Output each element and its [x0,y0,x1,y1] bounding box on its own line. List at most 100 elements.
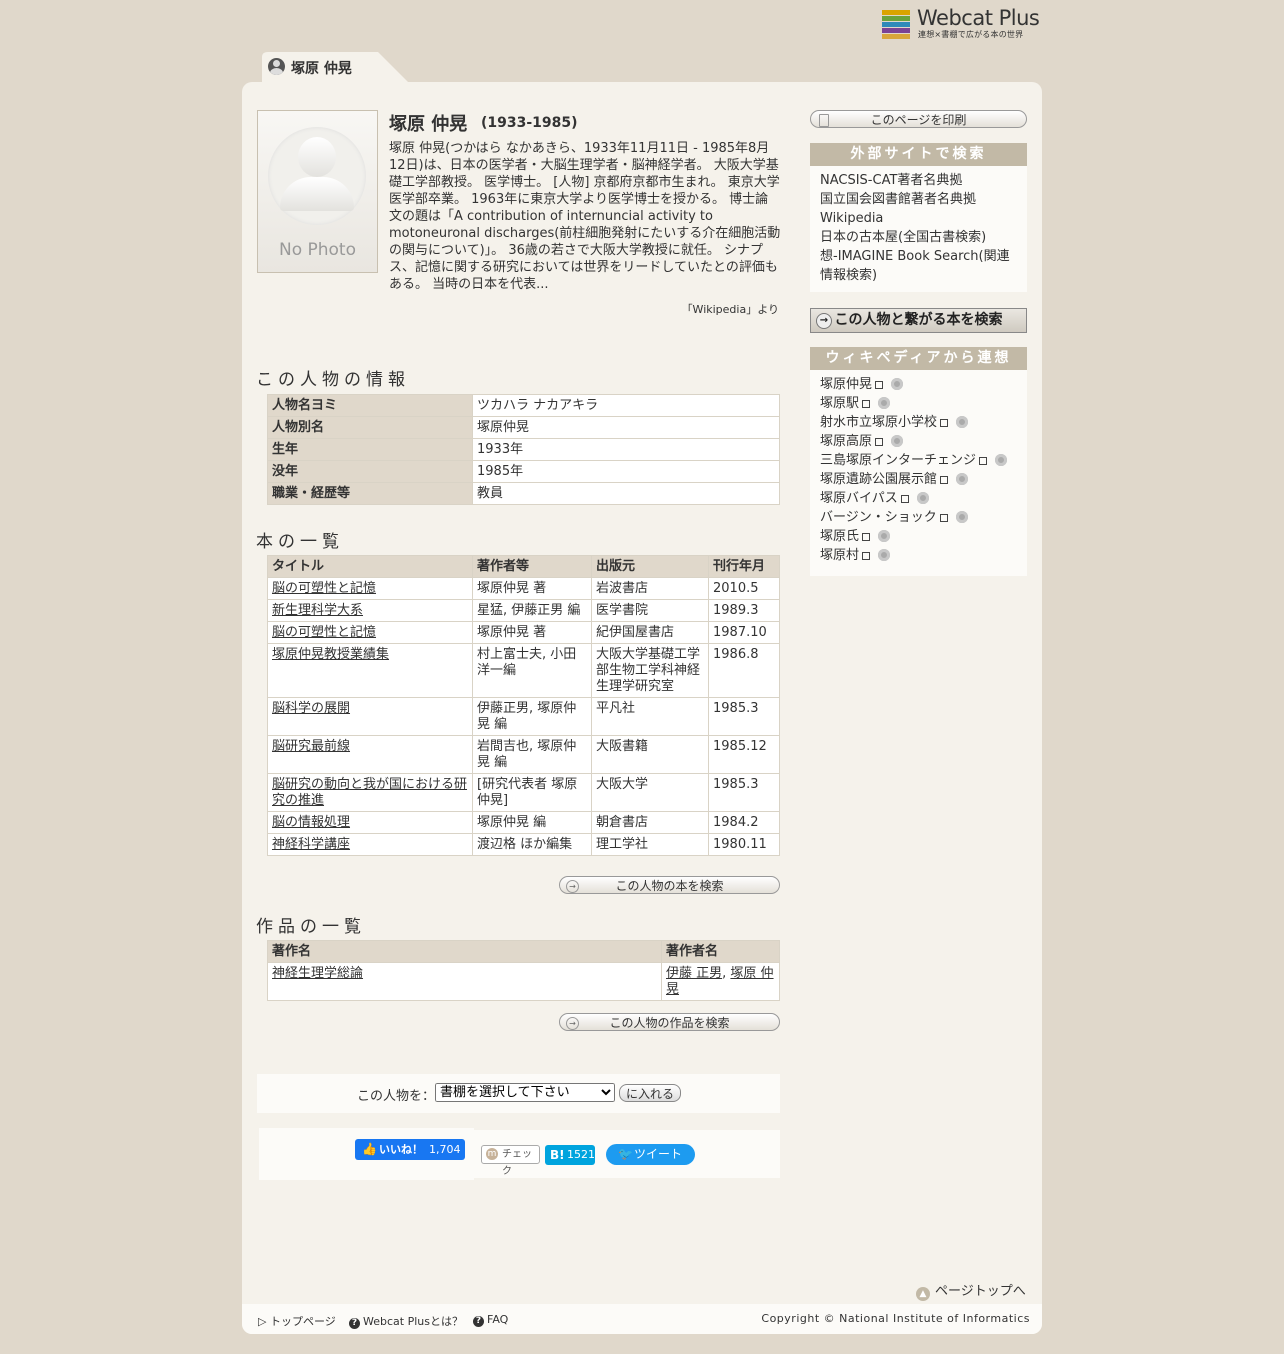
wiki-link[interactable]: 塚原駅 [820,396,859,411]
book-publisher: 大阪大学 [591,773,709,812]
wiki-link[interactable]: 塚原高原 [820,434,872,449]
wiki-link[interactable]: 塚原氏 [820,529,859,544]
footer-faq-link[interactable]: ? FAQ [473,1313,508,1327]
col-author: 著作者等 [472,555,592,578]
mixi-check-button[interactable]: m チェック [481,1145,540,1177]
table-row: 脳科学の展開 伊藤正男, 塚原仲晃 編平凡社 1985.3 [267,697,780,736]
external-window-icon[interactable] [979,457,988,465]
wikipedia-source: 「Wikipedia」より [681,303,779,316]
association-icon[interactable] [956,416,969,428]
shelf-select[interactable]: 書棚を選択して下さい [435,1083,615,1102]
association-icon[interactable] [891,378,904,390]
association-icon[interactable] [995,454,1008,466]
book-author: 渡辺格 ほか編集 [472,833,592,856]
wiki-item: 塚原バイパス [820,489,1017,508]
tweet-button[interactable]: 🐦 ツイート [606,1144,695,1165]
works-table: 著作名 著作者名 神経生理学総論 伊藤 正男, 塚原 仲晃 [267,940,780,1001]
work-author-link[interactable]: 伊藤 正男 [666,966,722,981]
association-icon[interactable] [878,549,891,561]
external-window-icon[interactable] [875,381,884,389]
external-link[interactable]: 国立国会図書館著者名典拠 [820,190,1017,209]
info-label: 職業・経歴等 [267,482,473,505]
book-title-link[interactable]: 新生理科学大系 [272,603,363,618]
facebook-like-button[interactable]: 👍 いいね！ 1,704 [355,1139,465,1160]
wiki-item: 射水市立塚原小学校 [820,413,1017,432]
association-icon[interactable] [878,397,891,409]
external-link[interactable]: 日本の古本屋(全国古書検索) [820,228,1017,247]
external-window-icon[interactable] [862,552,871,560]
table-row: 新生理科学大系 星猛, 伊藤正男 編医学書院 1989.3 [267,599,780,622]
external-window-icon[interactable] [939,514,948,522]
book-publisher: 理工学社 [591,833,709,856]
association-icon[interactable] [916,492,929,504]
wiki-link[interactable]: 塚原村 [820,548,859,563]
wiki-link[interactable]: 三島塚原インターチェンジ [820,453,976,468]
info-label: 人物名ヨミ [267,394,473,417]
book-date: 1989.3 [708,599,780,622]
association-icon[interactable] [955,511,968,523]
footer-about-link[interactable]: ? Webcat Plusとは？ [349,1313,463,1329]
page-top-link[interactable]: ▲ ページトップへ [916,1280,1026,1301]
table-row: 脳の可塑性と記憶 塚原仲晃 著紀伊国屋書店 1987.10 [267,621,780,644]
info-label: 没年 [267,460,473,483]
wiki-link[interactable]: 塚原仲晃 [820,377,872,392]
col-publisher: 出版元 [591,555,709,578]
external-window-icon[interactable] [940,419,949,427]
wiki-item: 塚原駅 [820,394,1017,413]
table-row: 神経生理学総論 伊藤 正男, 塚原 仲晃 [267,962,780,1001]
search-books-label: この人物の本を検索 [615,879,724,893]
association-icon[interactable] [878,530,891,542]
info-value: 1985年 [472,460,780,483]
book-publisher: 岩波書店 [591,577,709,600]
external-window-icon[interactable] [862,400,871,408]
association-icon[interactable] [891,435,904,447]
external-window-icon[interactable] [862,533,871,541]
related-books-button[interactable]: → この人物と繋がる本を検索 [810,308,1027,333]
book-title-link[interactable]: 脳の情報処理 [272,815,350,830]
person-description: 塚原 仲晃(つかはら なかあきら、1933年11月11日 - 1985年8月12… [389,141,781,292]
book-title-link[interactable]: 塚原仲晃教授業績集 [272,647,389,662]
external-search-heading: 外部サイトで検索 [810,143,1027,166]
wiki-link[interactable]: バージン・ショック [820,510,937,525]
book-title-link[interactable]: 脳の可塑性と記憶 [272,625,376,640]
book-title-link[interactable]: 神経科学講座 [272,837,350,852]
footer-top-link[interactable]: ▷ トップページ [258,1313,336,1329]
print-button[interactable]: このページを印刷 [810,110,1027,128]
wiki-link[interactable]: 射水市立塚原小学校 [820,415,937,430]
no-photo-image: No Photo [257,110,378,273]
footer-top-label: トップページ [269,1315,336,1328]
wiki-link[interactable]: 塚原遺跡公園展示館 [820,472,937,487]
association-icon[interactable] [956,473,969,485]
hatena-bookmark-button[interactable]: B! 1521 [545,1145,595,1165]
arrow-right-icon: → [566,1017,579,1030]
info-row: 生年 1933年 [267,438,780,461]
col-work-title: 著作名 [267,940,662,963]
table-row: 脳研究の動向と我が国における研究の推進 [研究代表者 塚原仲晃] 大阪大学 1985.… [267,773,780,812]
add-to-shelf-button[interactable]: に入れる [619,1084,681,1102]
info-value: 1933年 [472,438,780,461]
external-link[interactable]: 想-IMAGINE Book Search(関連情報検索) [820,247,1017,285]
work-title-link[interactable]: 神経生理学総論 [272,966,363,981]
book-title-link[interactable]: 脳研究最前線 [272,739,350,754]
copyright: Copyright © National Institute of Inform… [761,1312,1030,1325]
search-books-button[interactable]: → この人物の本を検索 [559,876,780,894]
external-window-icon[interactable] [940,476,949,484]
book-date: 1985.3 [708,697,780,736]
webcat-logo[interactable]: Webcat Plus 連想×書棚で広がる本の世界 [882,6,1042,42]
external-link[interactable]: Wikipedia [820,209,1017,228]
external-window-icon[interactable] [900,495,909,503]
info-label: 生年 [267,438,473,461]
search-works-button[interactable]: → この人物の作品を検索 [559,1013,780,1031]
book-publisher: 医学書院 [591,599,709,622]
photo-head [298,137,336,177]
book-date: 1984.2 [708,811,780,834]
book-title-link[interactable]: 脳の可塑性と記憶 [272,581,376,596]
external-link[interactable]: NACSIS-CAT著者名典拠 [820,171,1017,190]
wiki-link[interactable]: 塚原バイパス [820,491,898,506]
book-title-link[interactable]: 脳科学の展開 [272,701,350,716]
wiki-item: 塚原村 [820,546,1017,565]
external-window-icon[interactable] [875,438,884,446]
info-value: 塚原仲晃 [472,416,780,439]
hatena-count: 1521 [567,1148,595,1161]
book-title-link[interactable]: 脳研究の動向と我が国における研究の推進 [272,777,467,808]
